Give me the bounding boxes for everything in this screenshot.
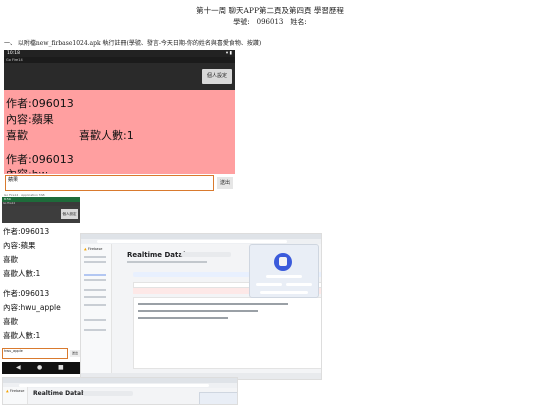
instructions-text: 一、 以附檔new_firbase1024.apk 執行註冊(學號、發言-今天日… xyxy=(4,40,262,47)
firebase-console-screenshot-2: ▲ Firebase Realtime Database xyxy=(2,377,238,405)
flame-icon: ▲ xyxy=(84,247,87,251)
avatar xyxy=(274,253,292,271)
like-button[interactable]: 喜歡 xyxy=(6,129,28,142)
toolbar xyxy=(4,63,235,90)
send-button[interactable]: 送出 xyxy=(217,177,233,189)
page-title: 第十一周 聊天APP第二頁及第四頁 學習歷程 xyxy=(196,6,344,15)
firebase-logo: ▲ Firebase xyxy=(6,389,25,393)
send-button[interactable]: 送出 xyxy=(70,350,80,357)
flame-icon: ▲ xyxy=(6,389,9,393)
tabs[interactable] xyxy=(127,261,207,263)
like-button[interactable]: 喜歡 xyxy=(3,317,18,327)
like-count: 喜歡人數:1 xyxy=(3,331,41,340)
firebase-console-screenshot: ▲ Firebase Realtime Database xyxy=(80,233,322,380)
recents-icon[interactable]: ■ xyxy=(58,364,64,372)
like-button[interactable]: 喜歡 xyxy=(3,255,18,265)
account-popup xyxy=(249,244,319,298)
message-input[interactable]: 蘋果 xyxy=(5,175,214,191)
account-popup xyxy=(199,392,237,404)
back-icon[interactable]: ◀ xyxy=(16,364,21,372)
phone-screenshot-second: 8:59 Go Fire14 個人設定 作者:096013 內容:蘋果 喜歡 喜… xyxy=(2,197,80,374)
android-nav-bar: ◀ ● ■ xyxy=(2,362,80,374)
status-bar: 10:18 ▾ ▮ xyxy=(4,50,235,57)
like-count: 喜歡人數:1 xyxy=(79,129,134,142)
message-author: 作者:096013 xyxy=(6,97,74,110)
message-content: 內容:蘋果 xyxy=(6,113,54,126)
message-author: 作者:096013 xyxy=(3,227,50,236)
status-time: 10:18 xyxy=(7,51,20,56)
like-count: 喜歡人數:1 xyxy=(3,269,41,278)
message-author-2: 作者:096013 xyxy=(6,153,74,166)
home-icon[interactable]: ● xyxy=(37,364,42,372)
data-tree xyxy=(133,297,321,369)
personal-settings-button[interactable]: 個人設定 xyxy=(202,69,232,84)
phone-screenshot-main: 10:18 ▾ ▮ Go Fire14 個人設定 作者:096013 內容:蘋果… xyxy=(4,50,235,193)
message-content: 內容:蘋果 xyxy=(3,241,36,250)
message-content: 內容:hwu_apple xyxy=(3,303,61,312)
firebase-logo: ▲ Firebase xyxy=(84,247,103,251)
message-author: 作者:096013 xyxy=(3,289,50,298)
status-icons: ▾ ▮ xyxy=(225,51,232,56)
firebase-sidebar: ▲ Firebase xyxy=(81,244,112,379)
message-input[interactable]: hwu_apple xyxy=(2,348,68,359)
page-subtitle: 學號: 096013 姓名: xyxy=(233,18,307,26)
personal-settings-button[interactable]: 個人設定 xyxy=(61,209,78,219)
